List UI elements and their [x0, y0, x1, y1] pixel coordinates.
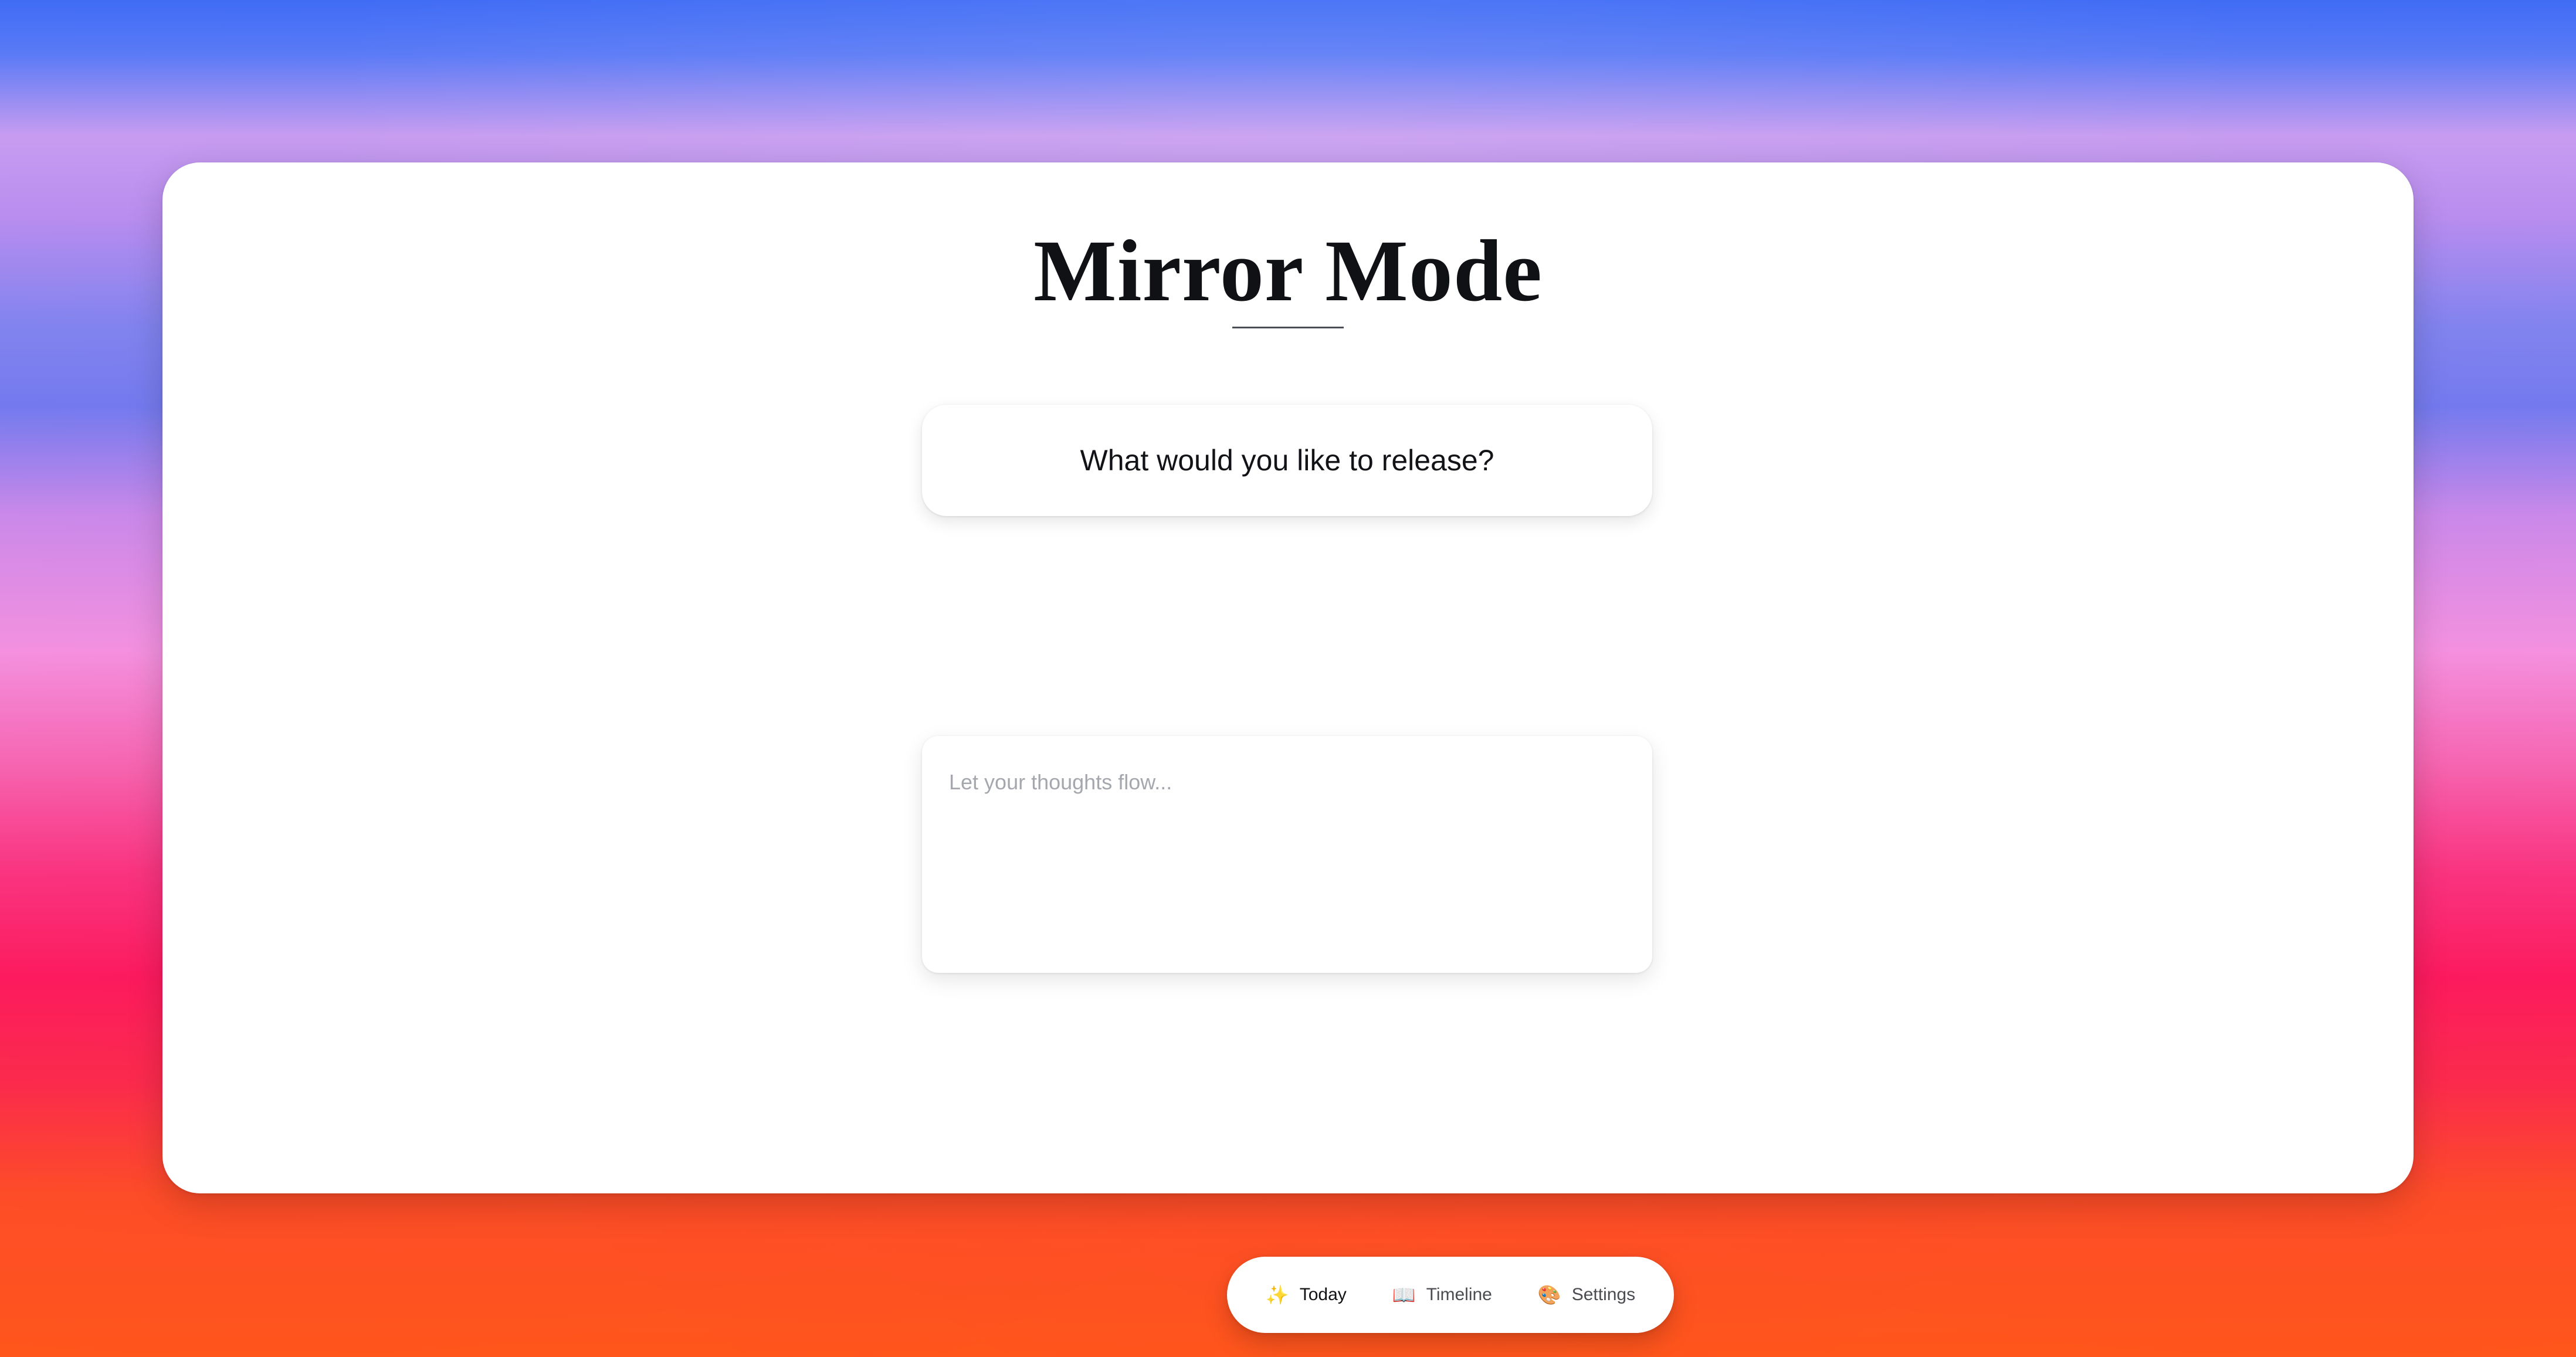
journal-entry[interactable] [922, 736, 1652, 973]
main-card: Mirror Mode What would you like to relea… [162, 162, 2414, 1333]
open-book-icon: 📖 [1392, 1284, 1416, 1305]
bottom-nav: ✨ Today 📖 Timeline 🎨 Settings [1227, 1257, 1674, 1333]
nav-item-timeline[interactable]: 📖 Timeline [1392, 1285, 1492, 1305]
page-title: Mirror Mode [1033, 222, 1543, 320]
nav-label-settings: Settings [1571, 1285, 1636, 1304]
prompt-card: What would you like to release? [922, 405, 1652, 516]
sparkles-icon: ✨ [1265, 1284, 1289, 1305]
prompt-question: What would you like to release? [1080, 444, 1494, 477]
title-divider [1232, 327, 1344, 328]
nav-label-today: Today [1299, 1285, 1347, 1304]
nav-item-today[interactable]: ✨ Today [1266, 1285, 1347, 1305]
palette-icon: 🎨 [1537, 1284, 1561, 1305]
thoughts-input[interactable] [922, 736, 1652, 973]
nav-item-settings[interactable]: 🎨 Settings [1538, 1285, 1635, 1305]
nav-label-timeline: Timeline [1426, 1285, 1492, 1304]
